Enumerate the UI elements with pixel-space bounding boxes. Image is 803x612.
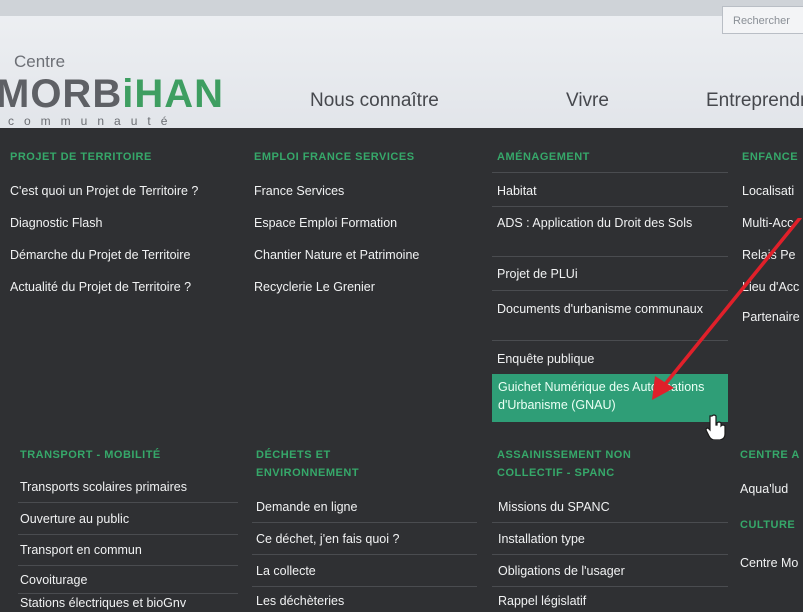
menu-item[interactable]: Aqua'lud — [740, 480, 788, 498]
menu-item[interactable]: France Services — [254, 182, 344, 200]
divider — [492, 206, 728, 207]
menu-item[interactable]: Recyclerie Le Grenier — [254, 278, 375, 296]
menu-item[interactable]: Ce déchet, j'en fais quoi ? — [256, 530, 399, 548]
section-title: ENFANCE — [742, 151, 799, 163]
logo-main-part1: MORB — [0, 72, 123, 116]
divider — [18, 565, 238, 566]
red-arrow-annotation — [652, 218, 802, 400]
divider — [252, 586, 477, 587]
divider — [18, 502, 238, 503]
menu-item[interactable]: Obligations de l'usager — [498, 562, 625, 580]
divider — [492, 522, 728, 523]
menu-item[interactable]: Ouverture au public — [20, 510, 129, 528]
menu-item[interactable]: Projet de PLUi — [497, 265, 578, 283]
menu-item[interactable]: Démarche du Projet de Territoire — [10, 246, 190, 264]
col-amenagement: AMÉNAGEMENT — [497, 148, 590, 166]
menu-item[interactable]: Rappel législatif — [498, 592, 586, 610]
menu-item[interactable]: Covoiturage — [20, 571, 87, 589]
menu-item[interactable]: Transports scolaires primaires — [20, 478, 187, 496]
menu-item[interactable]: Actualité du Projet de Territoire ? — [10, 278, 191, 296]
nav-nous-connaitre[interactable]: Nous connaître — [310, 90, 439, 112]
logo-subtitle: communauté — [8, 114, 178, 128]
section-title: ASSAINISSEMENT NON COLLECTIF - SPANC — [497, 449, 632, 479]
site-header: Rechercher Centre MORBiHAN communauté No… — [0, 0, 803, 128]
menu-item[interactable]: Transport en commun — [20, 541, 142, 559]
col-enfance: ENFANCE — [742, 148, 798, 166]
search-input[interactable]: Rechercher — [722, 6, 803, 34]
divider — [492, 586, 728, 587]
divider — [492, 554, 728, 555]
menu-item[interactable]: Installation type — [498, 530, 585, 548]
logo-main: MORBiHAN — [0, 72, 224, 117]
section-title: AMÉNAGEMENT — [497, 151, 590, 163]
divider — [18, 534, 238, 535]
top-strip — [0, 0, 803, 16]
logo-small: Centre — [14, 52, 66, 71]
nav-entreprendre[interactable]: Entreprendre — [706, 90, 803, 112]
menu-item[interactable]: Espace Emploi Formation — [254, 214, 397, 232]
col-dechets-environnement: DÉCHETS ET ENVIRONNEMENT — [256, 446, 416, 482]
menu-item[interactable]: Missions du SPANC — [498, 498, 610, 516]
hand-cursor-icon — [705, 414, 726, 440]
section-title: EMPLOI FRANCE SERVICES — [254, 151, 415, 163]
col-transport-mobilite: TRANSPORT - MOBILITÉ — [20, 446, 161, 464]
menu-item[interactable]: Diagnostic Flash — [10, 214, 102, 232]
menu-item[interactable]: Demande en ligne — [256, 498, 357, 516]
col-assainissement-spanc: ASSAINISSEMENT NON COLLECTIF - SPANC — [497, 446, 697, 482]
menu-item[interactable]: Stations électriques et bioGnv — [20, 594, 186, 612]
menu-item[interactable]: Les déchèteries — [256, 592, 344, 610]
logo-main-part2: iHAN — [122, 72, 224, 116]
col-centre-aquatique: CENTRE A — [740, 446, 800, 464]
section-title: CENTRE A — [740, 449, 800, 461]
divider — [252, 522, 477, 523]
menu-item[interactable]: Habitat — [497, 182, 537, 200]
menu-item[interactable]: Enquête publique — [497, 350, 594, 368]
section-title: DÉCHETS ET ENVIRONNEMENT — [256, 449, 360, 479]
menu-item[interactable]: Localisati — [742, 182, 794, 200]
mega-menu: PROJET DE TERRITOIRE C'est quoi un Proje… — [0, 128, 803, 610]
menu-item[interactable]: Centre Mo — [740, 554, 798, 572]
section-title: CULTURE — [740, 519, 796, 531]
section-title: TRANSPORT - MOBILITÉ — [20, 449, 161, 461]
menu-item[interactable]: Chantier Nature et Patrimoine — [254, 246, 419, 264]
col-projet-territoire: PROJET DE TERRITOIRE — [10, 148, 152, 166]
menu-item[interactable]: C'est quoi un Projet de Territoire ? — [10, 182, 198, 200]
section-title: PROJET DE TERRITOIRE — [10, 151, 152, 163]
divider — [492, 172, 728, 173]
col-emploi-france-services: EMPLOI FRANCE SERVICES — [254, 148, 415, 166]
nav-vivre[interactable]: Vivre — [566, 90, 609, 112]
col-culture: CULTURE — [740, 516, 795, 534]
divider — [252, 554, 477, 555]
menu-item[interactable]: La collecte — [256, 562, 316, 580]
